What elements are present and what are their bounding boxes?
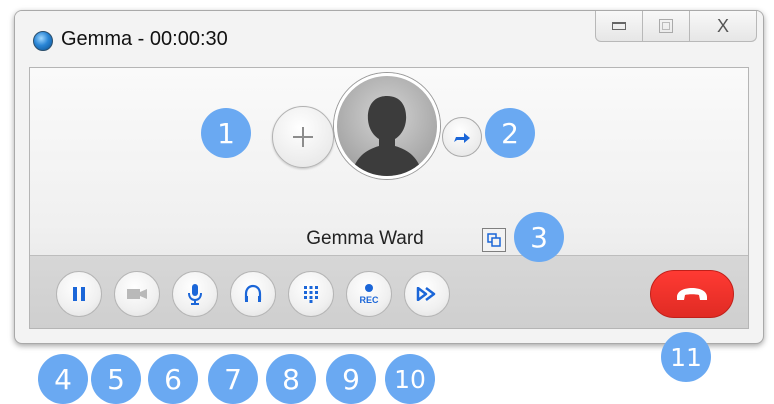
window-controls: X xyxy=(595,11,757,42)
pause-icon xyxy=(73,287,85,301)
maximize-button[interactable] xyxy=(643,11,690,42)
forward-arrow-icon xyxy=(454,133,470,143)
microphone-icon xyxy=(188,284,202,305)
minimize-button[interactable] xyxy=(595,11,643,42)
dialpad-button[interactable] xyxy=(288,271,334,317)
keypad-icon xyxy=(304,286,318,303)
callout-badge-2: 2 xyxy=(485,108,535,158)
callout-badge-10: 10 xyxy=(385,354,435,404)
record-icon xyxy=(365,284,373,292)
plus-icon xyxy=(293,127,313,147)
hangup-button[interactable] xyxy=(650,270,734,318)
headset-icon xyxy=(244,284,262,302)
mute-button[interactable] xyxy=(172,271,218,317)
close-button[interactable]: X xyxy=(690,11,757,42)
minimize-icon xyxy=(612,22,626,30)
callout-badge-7: 7 xyxy=(208,354,258,404)
video-button[interactable] xyxy=(114,271,160,317)
copy-icon[interactable] xyxy=(482,228,506,252)
presence-status-icon xyxy=(33,31,53,51)
copy-glyph xyxy=(487,233,501,247)
callout-badge-11: 11 xyxy=(661,332,711,382)
add-participant-button[interactable] xyxy=(272,106,334,168)
audio-device-button[interactable] xyxy=(230,271,276,317)
callout-badge-5: 5 xyxy=(91,354,141,404)
record-label: REC xyxy=(359,295,379,305)
callout-badge-1: 1 xyxy=(201,108,251,158)
transfer-button[interactable] xyxy=(404,271,450,317)
call-window: Gemma - 00:00:30 X Gemma Ward REC xyxy=(14,10,764,344)
contact-avatar xyxy=(334,73,440,179)
person-silhouette-icon xyxy=(351,96,423,176)
record-button[interactable]: REC xyxy=(346,271,392,317)
callout-badge-9: 9 xyxy=(326,354,376,404)
hold-button[interactable] xyxy=(56,271,102,317)
callout-badge-8: 8 xyxy=(266,354,316,404)
callout-badge-4: 4 xyxy=(38,354,88,404)
contact-name: Gemma Ward xyxy=(306,228,424,249)
forward-call-button[interactable] xyxy=(442,117,482,157)
fast-forward-icon xyxy=(416,287,436,301)
callout-badge-6: 6 xyxy=(148,354,198,404)
close-icon: X xyxy=(716,16,729,36)
call-toolbar: REC xyxy=(30,255,748,328)
maximize-icon xyxy=(659,19,673,33)
title-bar: Gemma - 00:00:30 X xyxy=(15,11,763,67)
window-title: Gemma - 00:00:30 xyxy=(61,28,228,50)
hangup-phone-icon xyxy=(677,288,707,300)
call-panel: Gemma Ward REC xyxy=(29,67,749,329)
video-camera-icon xyxy=(127,289,147,299)
callout-badge-3: 3 xyxy=(514,212,564,262)
